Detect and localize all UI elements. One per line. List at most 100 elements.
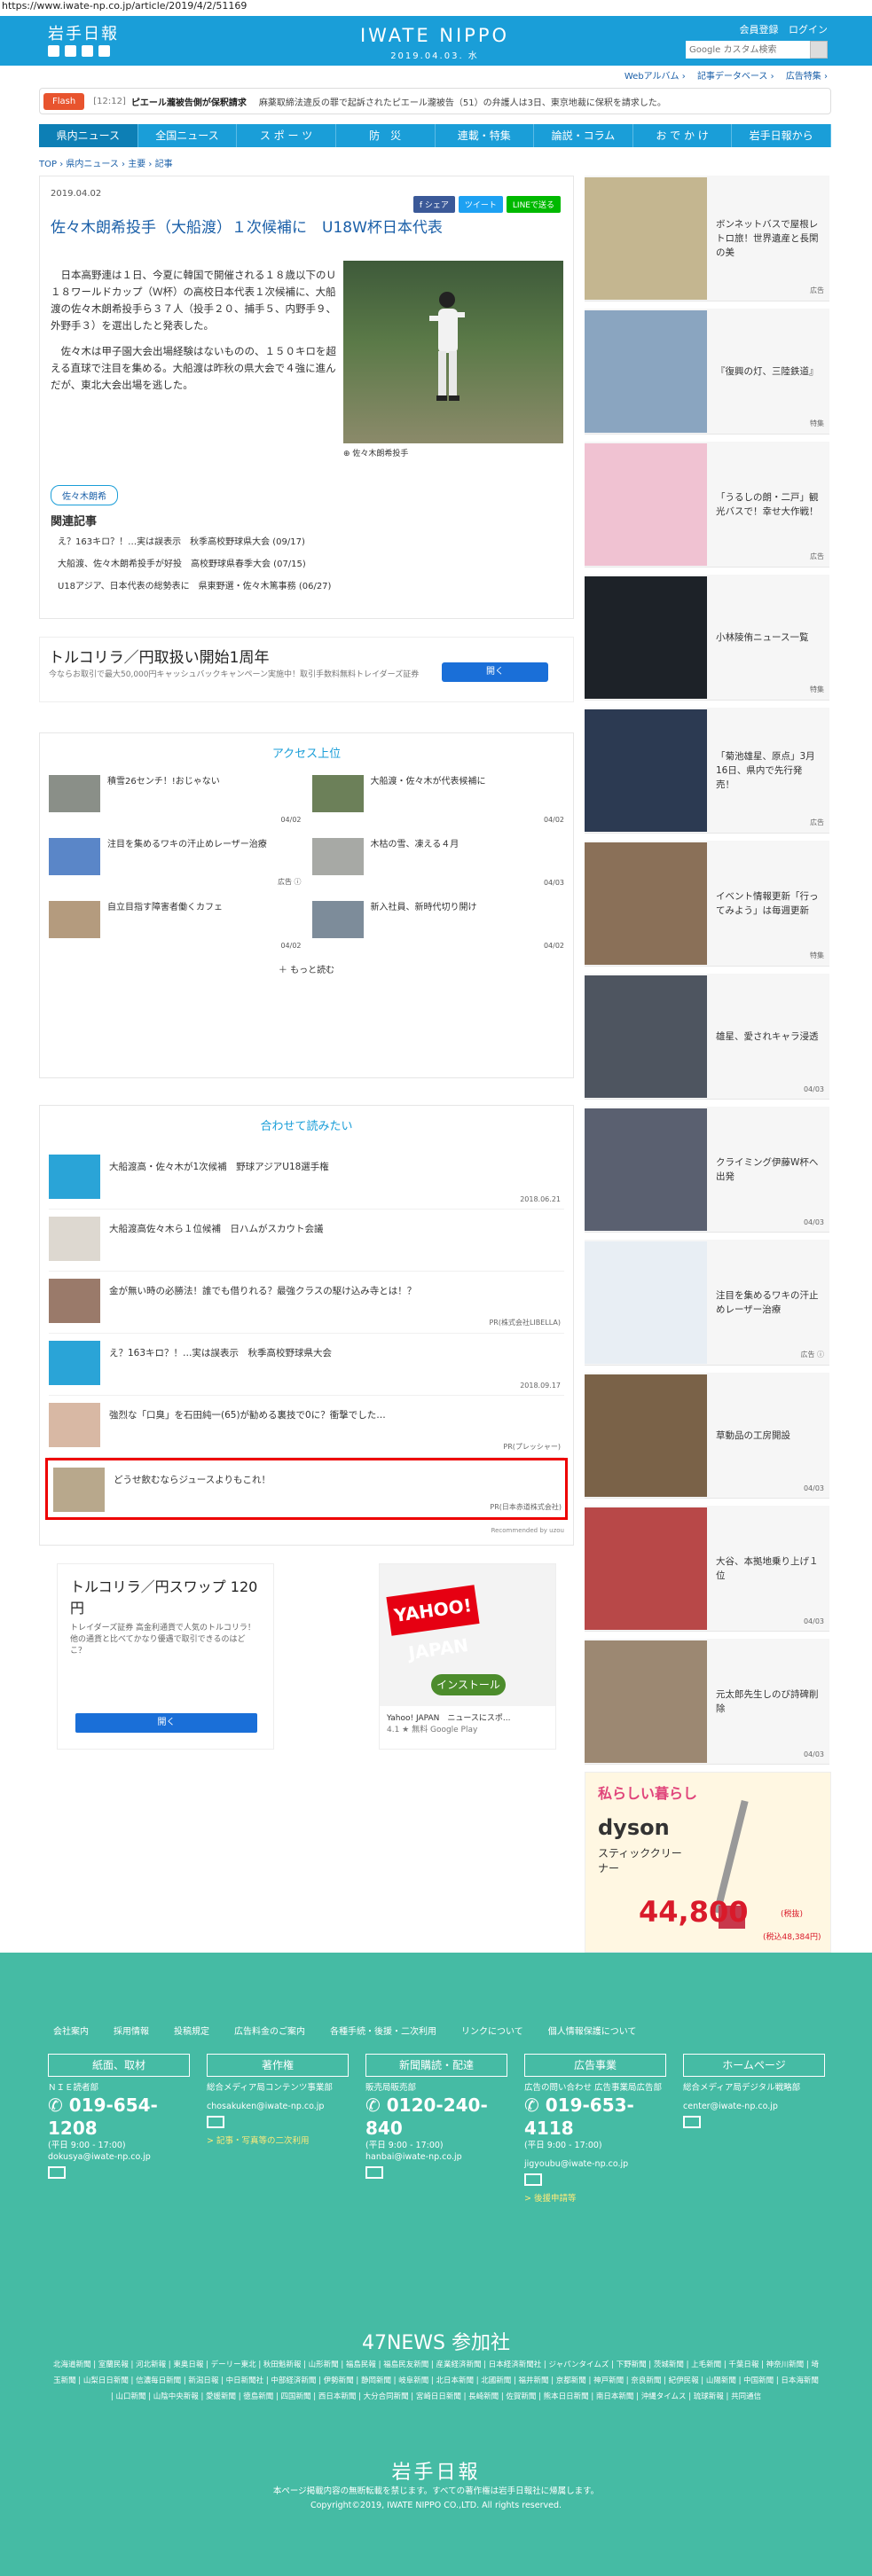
nav-outing[interactable]: お で か け [633,124,733,147]
side-item[interactable]: 草動品の工房開設 04/03 [585,1373,829,1499]
side-title: 「菊池雄星、原点」3月16日、県内で先行発売！ [716,750,815,790]
footer-link[interactable]: 会社案内 [53,2024,89,2037]
center-brand: IWATE NIPPO 2019.04.03. 水 [346,25,523,61]
side-item[interactable]: ボンネットバスで屋根レトロ旅！世界遺産と長閑の美 広告 [585,176,829,301]
nav-disaster[interactable]: 防 災 [336,124,436,147]
tag-button[interactable]: 佐々木朗希 [51,485,118,505]
footer-link[interactable]: 投稿規定 [174,2024,209,2037]
facebook-icon[interactable] [65,45,76,57]
nav-features[interactable]: 連載・特集 [436,124,535,147]
ad-feature-link[interactable]: 広告特集 › [786,72,828,82]
side-item[interactable]: 「菊池雄星、原点」3月16日、県内で先行発売！ 広告 [585,708,829,834]
mail-icon[interactable] [207,2116,224,2128]
register-link[interactable]: 会員登録 [740,24,779,35]
mail-icon[interactable] [683,2116,701,2128]
ranking-item[interactable]: 新入社員、新時代切り開け 04/02 [311,901,564,950]
article-db-link[interactable]: 記事データベース › [697,72,774,82]
rss-icon[interactable] [82,45,93,57]
brand-title[interactable]: IWATE NIPPO [346,25,523,46]
footer-link[interactable]: 採用情報 [114,2024,149,2037]
web-album-link[interactable]: Webアルバム › [625,72,686,82]
tweet-button[interactable]: ツイート [458,196,503,213]
recommend-item[interactable]: 大船渡高佐々木ら１位候補 日ハムがスカウト会議 [49,1210,564,1272]
install-button[interactable]: インストール [431,1674,506,1695]
related-link[interactable]: え？163キロ？！…実は誤表示 秋季高校野球県大会 (09/17) [58,531,331,553]
flash-headline[interactable]: ピエール瀧被告側が保釈請求 [131,95,247,108]
contact-mail[interactable]: jigyoubu@iwate-np.co.jp [524,2158,666,2170]
plus-icon: ＋ [278,966,287,975]
ranking-item[interactable]: 自立目指す障害者働くカフェ 04/02 [49,901,302,950]
search-input[interactable] [686,41,810,59]
nav-local-news[interactable]: 県内ニュース [39,124,138,147]
support-request-link[interactable]: > 後援申請等 [524,2193,666,2204]
tel-number: 019-653-4118 [524,2094,634,2139]
ad-open-button[interactable]: 開く [442,662,548,682]
ranking-item[interactable]: 積雪26センチ！!おじゃない 04/02 [49,775,302,824]
ranking-item[interactable]: 注目を集めるワキの汗止めレーザー治療 広告 ⓘ [49,838,302,887]
footer-link[interactable]: 各種手続・後援・二次利用 [330,2024,436,2037]
article-paragraph: 日本高野連は１日、今夏に韓国で開催される１８歳以下のＵ１８ワールドカップ（Ｗ杯）… [51,269,336,332]
ad-yahoo-app[interactable]: YAHOO! JAPAN インストール Yahoo! JAPAN ニュースにスポ… [379,1563,556,1750]
side-item[interactable]: クライミング伊藤W杯へ出発 04/03 [585,1107,829,1233]
footer-logo[interactable]: 岩手日報 [0,2456,872,2485]
related-list: え？163キロ？！…実は誤表示 秋季高校野球県大会 (09/17) 大船渡、佐々… [58,531,331,598]
ad-banner-fx[interactable]: トルコリラ／円取扱い開始1周年 今ならお取引で最大50,000円キャッシュバック… [39,637,574,702]
partner-list[interactable]: 北海道新聞 | 室蘭民報 | 河北新報 | 東奥日報 | デーリー東北 | 秋田… [53,2357,819,2405]
yahoo-logo: YAHOO! JAPAN [386,1585,480,1664]
recommend-heading: 合わせて読みたい [260,1120,353,1133]
article-photo[interactable] [343,261,563,443]
instagram-icon[interactable] [98,45,110,57]
ad-swap[interactable]: トルコリラ／円スワップ 120円 トレイダーズ証券 高金利通貨で人気のトルコリラ… [57,1563,274,1750]
side-item[interactable]: 大谷、本拠地乗り上げ１位 04/03 [585,1506,829,1632]
share-buttons: f シェア ツイート LINEで送る [412,196,561,213]
side-thumb [585,842,707,965]
recommend-item[interactable]: え？163キロ？！…実は誤表示 秋季高校野球県大会 2018.09.17 [49,1334,564,1396]
side-item[interactable]: 注目を集めるワキの汗止めレーザー治療 広告 ⓘ [585,1240,829,1366]
nav-columns[interactable]: 論説・コラム [534,124,633,147]
related-link[interactable]: 大船渡、佐々木朗希投手が好投 高校野球県春季大会 (07/15) [58,553,331,575]
side-ad-dyson[interactable]: 私らしい暮らし dyson スティッククリーナー 44,800 (税抜) (税込… [585,1772,831,1953]
ranking-date: 04/02 [280,816,302,824]
side-item[interactable]: 雄星、愛されキャラ浸透 04/03 [585,974,829,1100]
ad-brand: dyson [598,1815,670,1840]
side-item[interactable]: イベント情報更新「行ってみよう」は毎週更新 特集 [585,841,829,967]
ranking-item[interactable]: 大船渡・佐々木が代表候補に 04/02 [311,775,564,824]
phone-icon: ✆ [365,2094,381,2116]
related-link[interactable]: U18アジア、日本代表の総勢表に 県東野選・佐々木篤事務 (06/27) [58,575,331,598]
twitter-icon[interactable] [48,45,59,57]
recommended-by[interactable]: Recommended by uzou [49,1527,564,1534]
footer-contact-columns: 紙面、取材 ＮＩＥ読者部 ✆ 019-654-1208 (平日 9:00 - 1… [48,2054,825,2204]
recommend-item[interactable]: 金が無い時の必勝法！誰でも借りれる？最強クラスの駆け込み寺とは！？ PR(株式会… [49,1272,564,1334]
recommend-item[interactable]: 大船渡高・佐々木が1次候補 野球アジアU18選手権 2018.06.21 [49,1147,564,1210]
nav-from-nippo[interactable]: 岩手日報から [732,124,831,147]
breadcrumb[interactable]: TOP › 県内ニュース › 主要 › 記事 [39,156,173,169]
search-button[interactable] [810,41,828,59]
mail-icon[interactable] [48,2166,66,2179]
footer-link[interactable]: 広告料金のご案内 [234,2024,305,2037]
mail-icon[interactable] [524,2173,542,2186]
site-logo[interactable]: 岩手日報 [48,21,119,44]
contact-mail[interactable]: center@iwate-np.co.jp [683,2101,825,2112]
side-item[interactable]: 「うるしの朗・二戸」観光バスで！幸せ大作戦！ 広告 [585,442,829,568]
nav-sports[interactable]: ス ポ ー ツ [237,124,336,147]
footer-link[interactable]: リンクについて [461,2024,523,2037]
login-link[interactable]: ログイン [789,24,828,35]
contact-mail[interactable]: hanbai@iwate-np.co.jp [365,2151,507,2163]
facebook-share-button[interactable]: f シェア [412,196,455,213]
side-item[interactable]: 小林陵侑ニュース一覧 特集 [585,575,829,701]
line-share-button[interactable]: LINEで送る [506,196,561,213]
recommend-item[interactable]: 強烈な「口臭」を石田純一(65)が勧める裏技で0に？衝撃でした… PR(プレッシ… [49,1396,564,1458]
side-item[interactable]: 『復興の灯、三陸鉄道』 特集 [585,309,829,435]
footer-link[interactable]: 個人情報保護について [548,2024,637,2037]
nav-national-news[interactable]: 全国ニュース [138,124,238,147]
more-button[interactable]: ＋ もっと読む [49,962,564,975]
ad-open-button[interactable]: 開く [75,1713,257,1733]
contact-mail[interactable]: chosakuken@iwate-np.co.jp [207,2101,349,2112]
contact-mail[interactable]: dokusya@iwate-np.co.jp [48,2151,190,2163]
search-box [686,41,828,59]
recommend-item-highlighted[interactable]: どうせ飲むならジュースよりもこれ！ PR(日本赤道株式会社) [45,1458,568,1520]
ranking-item[interactable]: 木枯の雪、凍える４月 04/03 [311,838,564,887]
secondary-use-link[interactable]: > 記事・写真等の二次利用 [207,2135,349,2147]
mail-icon[interactable] [365,2166,383,2179]
side-item[interactable]: 元太郎先生しのび詩碑削除 04/03 [585,1639,829,1765]
